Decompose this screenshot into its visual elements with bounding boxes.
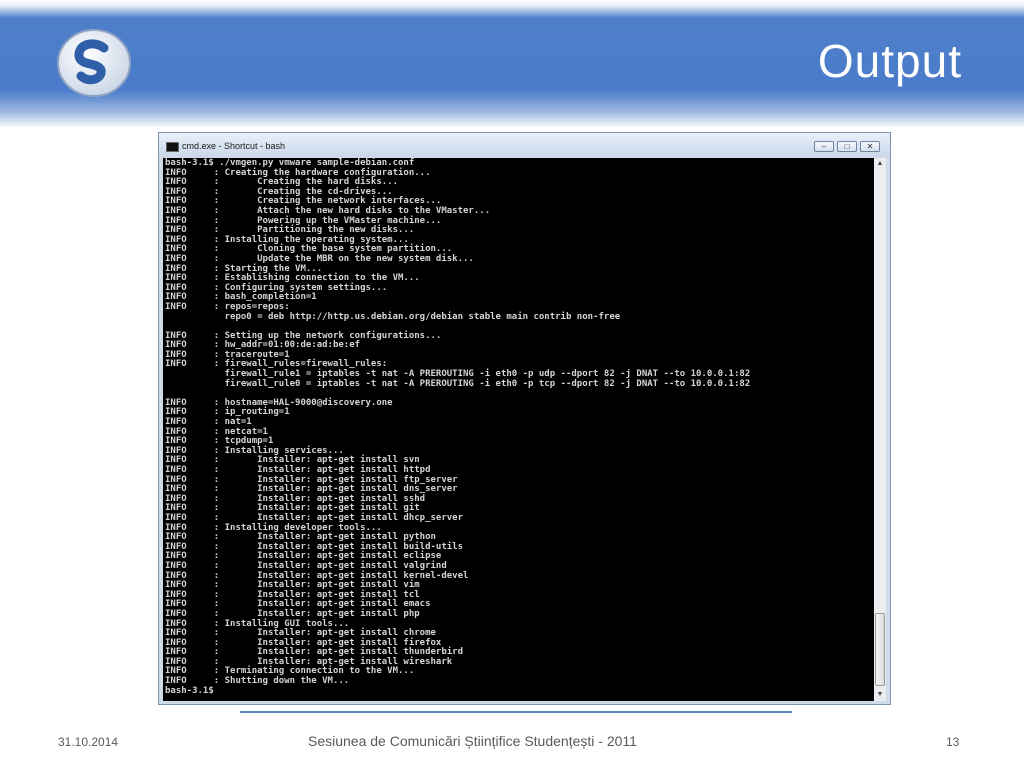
terminal-line: INFO : ip_routing=1	[165, 407, 290, 418]
terminal-line: repo0 = deb http://http.us.debian.org/de…	[165, 311, 621, 322]
slide-header: Output	[0, 0, 1024, 128]
scroll-thumb[interactable]	[875, 613, 885, 686]
page-number: 13	[946, 735, 960, 749]
s-logo-icon	[54, 26, 134, 100]
minimize-button[interactable]: –	[814, 141, 834, 152]
terminal-line: INFO : nat=1	[165, 417, 252, 428]
terminal-screen[interactable]: bash-3.1$ ./vmgen.py vmware sample-debia…	[163, 158, 874, 701]
footer-title: Sesiunea de Comunicări Științifice Stude…	[308, 733, 637, 749]
terminal-line: bash-3.1$	[165, 685, 214, 696]
close-button[interactable]: ✕	[860, 141, 880, 152]
footer-date: 31.10.2014	[58, 735, 119, 749]
vertical-scrollbar[interactable]: ▲ ▼	[874, 158, 886, 701]
window-title: cmd.exe - Shortcut - bash	[182, 141, 286, 151]
cmd-icon	[166, 142, 179, 152]
scroll-down-icon[interactable]: ▼	[874, 689, 886, 701]
slide-title: Output	[817, 35, 962, 87]
scroll-up-icon[interactable]: ▲	[874, 158, 886, 170]
terminal-output: bash-3.1$ ./vmgen.py vmware sample-debia…	[163, 158, 874, 696]
terminal-line: INFO : Shutting down the VM...	[165, 676, 350, 687]
terminal-line: firewall_rule0 = iptables -t nat -A PRER…	[165, 378, 751, 389]
maximize-button[interactable]: □	[837, 141, 857, 152]
footer-divider	[240, 711, 792, 713]
terminal-window: cmd.exe - Shortcut - bash – □ ✕ bash-3.1…	[158, 132, 891, 705]
window-titlebar[interactable]: cmd.exe - Shortcut - bash – □ ✕	[159, 133, 890, 157]
